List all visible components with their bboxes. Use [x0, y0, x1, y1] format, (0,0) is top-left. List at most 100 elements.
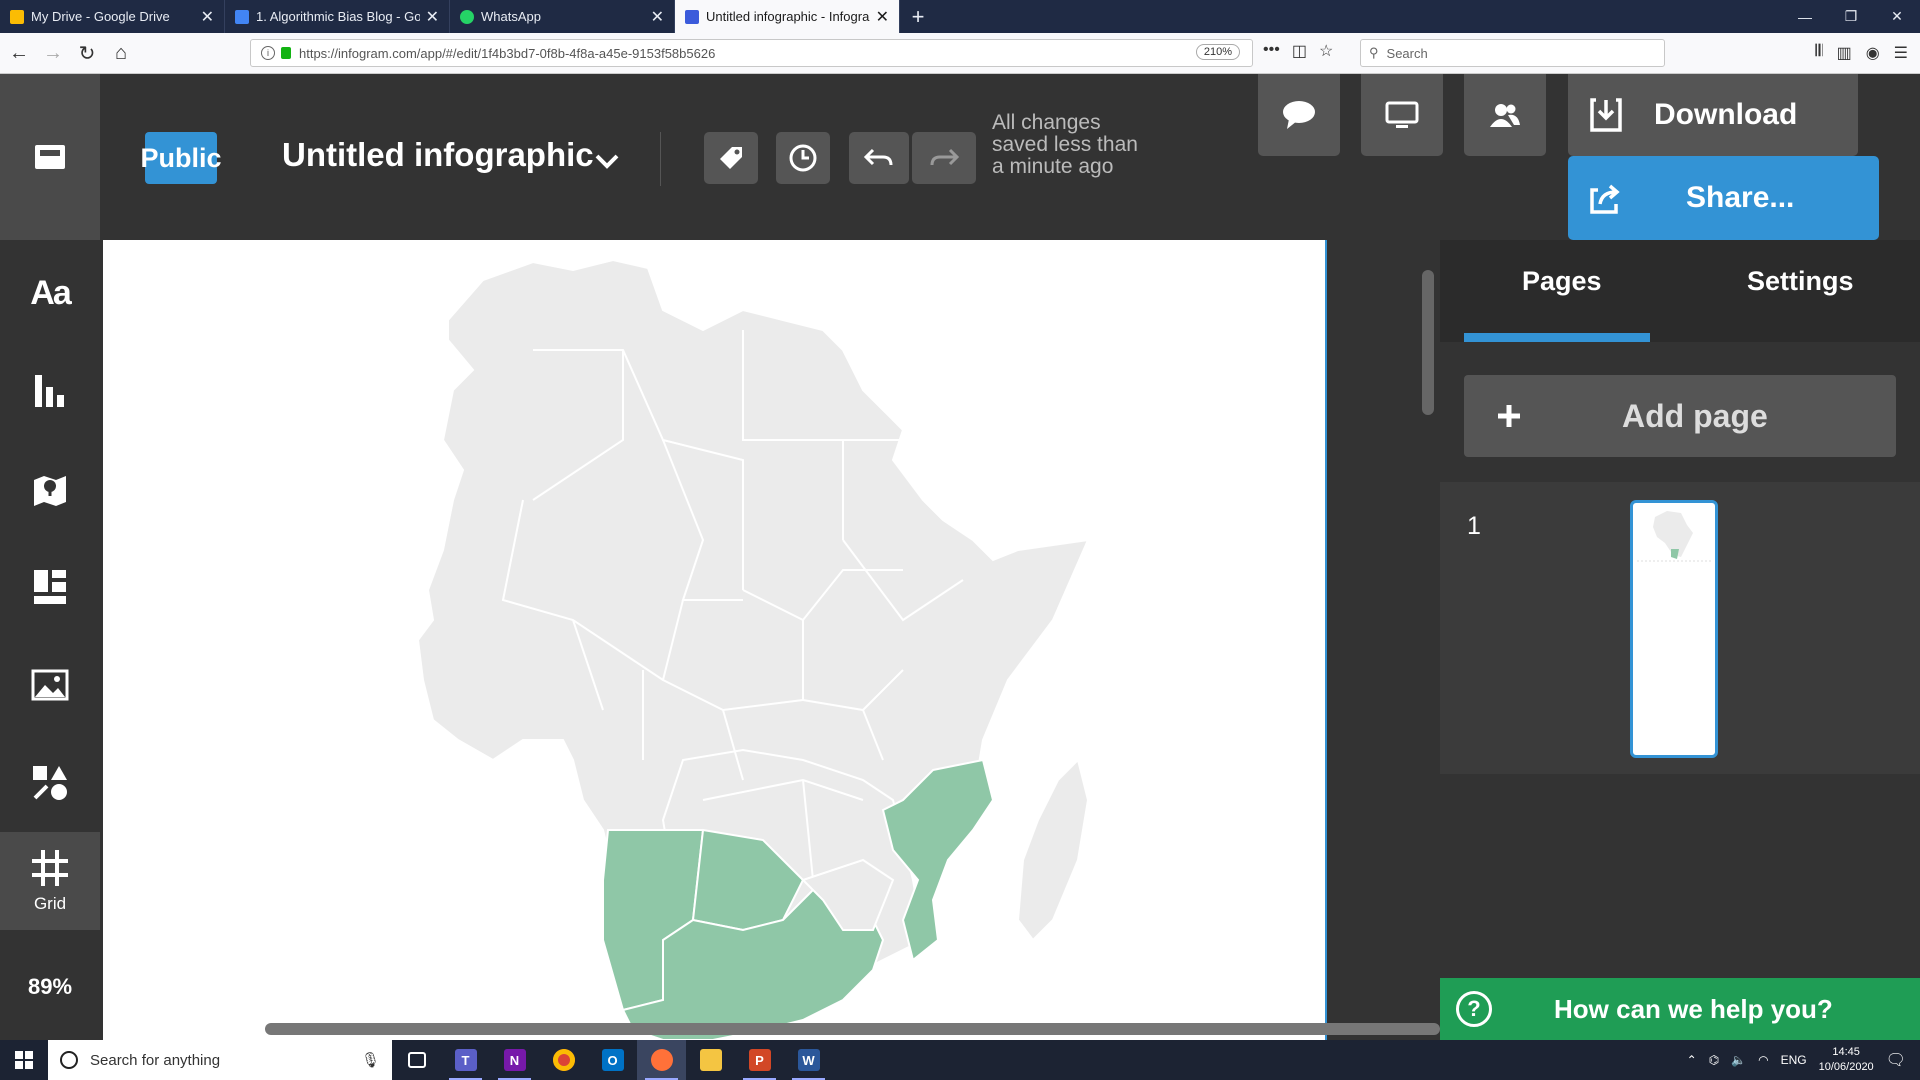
infogram-icon	[685, 9, 699, 24]
sidebar-item-layouts[interactable]	[0, 538, 100, 636]
onenote-icon[interactable]: N	[490, 1040, 539, 1080]
chrome-icon[interactable]	[539, 1040, 588, 1080]
account-icon[interactable]: ◉	[1866, 43, 1880, 63]
canvas-zoom-level[interactable]: 89%	[0, 974, 100, 1000]
file-explorer-icon[interactable]	[686, 1040, 735, 1080]
library-icon[interactable]: 𝄃𝄃	[1815, 43, 1822, 63]
google-drive-icon	[10, 9, 24, 24]
forward-icon[interactable]: →	[38, 38, 68, 68]
download-icon	[1590, 98, 1622, 132]
windows-start-button[interactable]	[0, 1040, 48, 1080]
add-page-button[interactable]: Add page	[1464, 375, 1896, 457]
browser-search-field[interactable]: ⚲ Search	[1360, 39, 1665, 67]
windows-taskbar: Search for anything 🎙 T N O P W ⌃ ⌬ 🔈 ◠ …	[0, 1040, 1920, 1080]
close-icon[interactable]: ✕	[201, 7, 214, 27]
infographic-canvas[interactable]	[103, 240, 1327, 1040]
zoom-level-badge[interactable]: 210%	[1195, 44, 1240, 60]
url-bar[interactable]: i https://infogram.com/app/#/edit/1f4b3b…	[250, 39, 1253, 67]
comment-icon	[1283, 101, 1315, 129]
redo-icon	[930, 148, 960, 166]
back-icon[interactable]: ←	[4, 38, 34, 68]
present-button[interactable]	[1361, 74, 1443, 156]
comments-button[interactable]	[1258, 74, 1340, 156]
tab-settings[interactable]: Settings	[1747, 266, 1854, 297]
new-tab-button[interactable]: +	[900, 0, 936, 33]
taskbar-search-field[interactable]: Search for anything 🎙	[48, 1040, 392, 1080]
browser-tab-infogram[interactable]: Untitled infographic - Infogram ✕	[675, 0, 900, 33]
users-icon	[1490, 104, 1520, 127]
redo-button[interactable]	[912, 132, 976, 184]
sidebar-icon[interactable]: ▥	[1837, 43, 1852, 63]
window-controls: — ❐ ✕	[1782, 0, 1920, 33]
browser-tab-google-drive[interactable]: My Drive - Google Drive ✕	[0, 0, 225, 33]
page-thumbnail-preview	[1637, 511, 1711, 562]
toolbar-divider	[660, 132, 661, 186]
sidebar-item-images[interactable]	[0, 636, 100, 734]
bookmark-star-icon[interactable]: ☆	[1319, 41, 1333, 61]
clock[interactable]: 14:45 10/06/2020	[1819, 1045, 1874, 1075]
info-icon[interactable]: i	[261, 46, 275, 60]
home-icon[interactable]: ⌂	[106, 38, 136, 68]
tab-pages[interactable]: Pages	[1522, 266, 1602, 297]
outlook-icon[interactable]: O	[588, 1040, 637, 1080]
word-icon[interactable]: W	[784, 1040, 833, 1080]
tag-button[interactable]	[704, 132, 758, 184]
sidebar-item-shapes[interactable]	[0, 734, 100, 832]
task-view-icon[interactable]	[392, 1040, 441, 1080]
sidebar-item-grid[interactable]: Grid	[0, 832, 100, 930]
pocket-icon[interactable]: ◫	[1292, 41, 1307, 61]
library-button[interactable]	[0, 74, 100, 240]
microphone-icon[interactable]: 🎙	[361, 1051, 380, 1069]
page-thumbnail[interactable]	[1630, 500, 1718, 758]
question-icon: ?	[1456, 991, 1492, 1027]
public-toggle-button[interactable]: Public	[141, 132, 222, 184]
collaborators-button[interactable]	[1464, 74, 1546, 156]
wifi-icon[interactable]: ◠	[1758, 1053, 1768, 1067]
close-window-icon[interactable]: ✕	[1874, 0, 1920, 33]
url-text[interactable]: https://infogram.com/app/#/edit/1f4b3bd7…	[299, 46, 715, 61]
history-button[interactable]	[776, 132, 830, 184]
chevron-down-icon[interactable]	[594, 146, 620, 178]
canvas-area	[100, 240, 1440, 1040]
teams-icon[interactable]: T	[441, 1040, 490, 1080]
africa-map[interactable]	[103, 240, 1327, 1040]
restore-icon[interactable]: ❐	[1828, 0, 1874, 33]
firefox-icon[interactable]	[637, 1040, 686, 1080]
language-indicator[interactable]: ENG	[1781, 1053, 1807, 1067]
browser-tab-whatsapp[interactable]: WhatsApp ✕	[450, 0, 675, 33]
tab-title: WhatsApp	[481, 9, 541, 24]
system-tray: ⌃ ⌬ 🔈 ◠ ENG 14:45 10/06/2020 🗨	[1687, 1040, 1920, 1080]
horizontal-scrollbar[interactable]	[265, 1023, 1440, 1035]
share-button[interactable]: Share...	[1568, 156, 1879, 240]
chevron-up-icon[interactable]: ⌃	[1687, 1053, 1697, 1067]
cortana-icon	[60, 1051, 78, 1069]
whatsapp-icon	[460, 9, 474, 24]
map-pin-icon	[34, 476, 66, 506]
download-button[interactable]: Download	[1568, 74, 1858, 156]
active-tab-indicator	[1464, 333, 1650, 342]
volume-icon[interactable]: 🔈	[1731, 1053, 1746, 1067]
menu-icon[interactable]: ☰	[1894, 43, 1908, 63]
browser-tab-google-docs[interactable]: 1. Algorithmic Bias Blog - Goog ✕	[225, 0, 450, 33]
undo-button[interactable]	[849, 132, 909, 184]
taskbar-search-placeholder: Search for anything	[90, 1051, 221, 1069]
close-icon[interactable]: ✕	[426, 7, 439, 27]
sidebar-item-charts[interactable]	[0, 342, 100, 440]
powerpoint-icon[interactable]: P	[735, 1040, 784, 1080]
add-page-label: Add page	[1622, 397, 1768, 434]
sidebar-item-maps[interactable]	[0, 440, 100, 538]
tab-title: 1. Algorithmic Bias Blog - Goog	[256, 9, 420, 24]
close-icon[interactable]: ✕	[651, 7, 664, 27]
reload-icon[interactable]: ↻	[72, 38, 102, 68]
notifications-icon[interactable]: 🗨	[1886, 1050, 1906, 1070]
vertical-scrollbar[interactable]	[1422, 270, 1434, 415]
image-icon	[31, 669, 69, 701]
network-icon[interactable]: ⌬	[1709, 1053, 1719, 1067]
minimize-icon[interactable]: —	[1782, 0, 1828, 33]
sidebar-item-label: Grid	[33, 894, 67, 913]
help-widget[interactable]: ? How can we help you?	[1440, 978, 1920, 1040]
sidebar-item-text[interactable]: Aa	[0, 244, 100, 342]
infographic-title[interactable]: Untitled infographic	[282, 136, 594, 174]
more-icon[interactable]: •••	[1263, 41, 1280, 61]
close-icon[interactable]: ✕	[876, 7, 889, 27]
